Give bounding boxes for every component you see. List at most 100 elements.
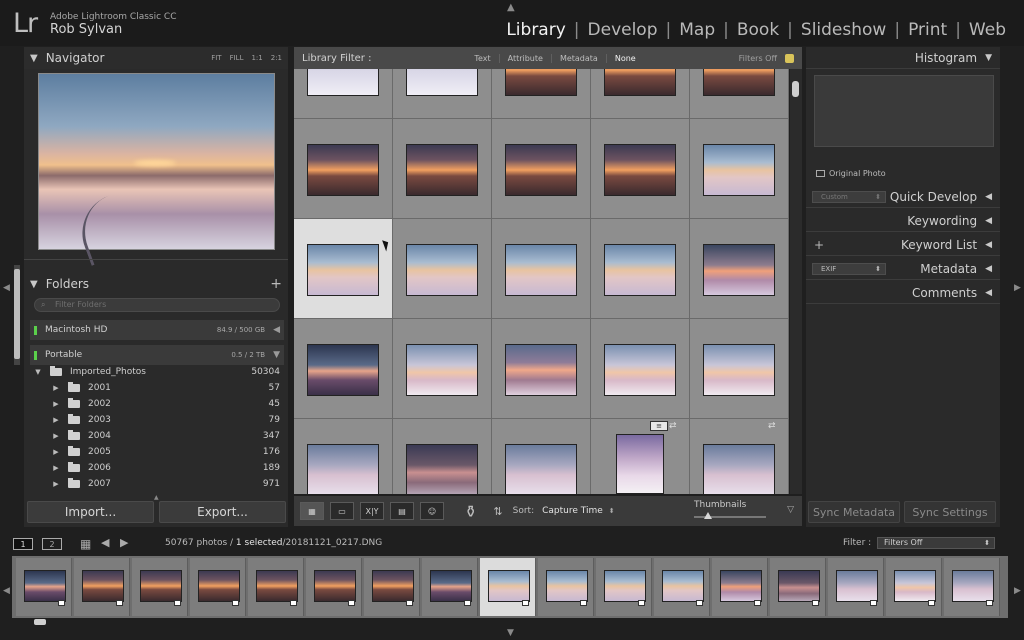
filter-metadata[interactable]: Metadata bbox=[550, 53, 606, 63]
histogram-header[interactable]: Histogram ▼ bbox=[806, 47, 1000, 69]
grid-cell[interactable] bbox=[591, 319, 690, 419]
grid-cell[interactable] bbox=[492, 69, 591, 119]
survey-view-icon[interactable]: ▤ bbox=[390, 502, 414, 520]
filmstrip-cell[interactable] bbox=[596, 558, 652, 616]
folder-row[interactable]: ▼ Imported_Photos 50304 bbox=[30, 364, 284, 380]
zoom-1-1[interactable]: 1:1 bbox=[251, 54, 262, 62]
photo-thumbnail[interactable] bbox=[604, 344, 676, 396]
comments-header[interactable]: Comments ◀ bbox=[806, 282, 1000, 304]
folder-row[interactable]: ▶ 2007 971 bbox=[30, 476, 284, 492]
photo-thumbnail[interactable] bbox=[307, 144, 379, 196]
folder-row[interactable]: ▶ 2003 79 bbox=[30, 412, 284, 428]
grid-cell[interactable] bbox=[492, 419, 591, 494]
add-keyword-icon[interactable]: + bbox=[814, 238, 824, 252]
disclosure-triangle-icon[interactable]: ▶ bbox=[50, 480, 62, 488]
filter-text[interactable]: Text bbox=[466, 54, 498, 63]
filmstrip-cell[interactable] bbox=[654, 558, 710, 616]
collapse-triangle-icon[interactable]: ▼ bbox=[30, 53, 38, 64]
expand-triangle-icon[interactable]: ◀ bbox=[985, 192, 992, 202]
chevron-down-icon[interactable]: ⬍ bbox=[609, 507, 615, 515]
grid-view-icon[interactable]: ▦ bbox=[80, 537, 91, 551]
filmstrip-thumbnail[interactable] bbox=[836, 570, 878, 602]
photo-thumbnail[interactable] bbox=[703, 444, 775, 494]
sync-badge-icon[interactable]: ⇄ bbox=[669, 421, 677, 431]
module-web[interactable]: Web bbox=[961, 20, 1014, 40]
grid-cell[interactable] bbox=[591, 69, 690, 119]
photo-thumbnail[interactable] bbox=[406, 244, 478, 296]
photo-thumbnail[interactable] bbox=[604, 244, 676, 296]
disclosure-triangle-icon[interactable]: ▶ bbox=[50, 400, 62, 408]
grid-cell[interactable] bbox=[690, 119, 789, 219]
grid-cell[interactable] bbox=[492, 319, 591, 419]
filmstrip-thumbnail[interactable] bbox=[256, 570, 298, 602]
sync-metadata-button[interactable]: Sync Metadata bbox=[808, 501, 900, 523]
top-panel-toggle-icon[interactable]: ▲ bbox=[507, 2, 515, 13]
filmstrip-filter-dropdown[interactable]: Filters Off ⬍ bbox=[877, 537, 995, 549]
filmstrip-cell[interactable] bbox=[364, 558, 420, 616]
filmstrip-thumbnail[interactable] bbox=[662, 570, 704, 602]
zoom-2-1[interactable]: 2:1 bbox=[271, 54, 282, 62]
grid-cell[interactable] bbox=[393, 69, 492, 119]
filmstrip-cell[interactable] bbox=[248, 558, 304, 616]
grid-cell[interactable] bbox=[294, 119, 393, 219]
export-button[interactable]: Export... bbox=[159, 501, 286, 523]
filmstrip-thumbnail[interactable] bbox=[720, 570, 762, 602]
compare-view-icon[interactable]: X|Y bbox=[360, 502, 384, 520]
grid-cell[interactable] bbox=[294, 319, 393, 419]
photo-thumbnail[interactable] bbox=[505, 344, 577, 396]
filmstrip-thumbnail[interactable] bbox=[82, 570, 124, 602]
slider-knob[interactable] bbox=[704, 512, 713, 519]
grid-cell[interactable] bbox=[393, 119, 492, 219]
expand-triangle-icon[interactable]: ▼ bbox=[273, 350, 280, 360]
left-panel-toggle-icon[interactable]: ◀ bbox=[3, 283, 10, 293]
photo-thumbnail[interactable] bbox=[505, 444, 577, 494]
filter-none[interactable]: None bbox=[605, 53, 644, 63]
sync-settings-button[interactable]: Sync Settings bbox=[904, 501, 996, 523]
photo-thumbnail[interactable] bbox=[703, 344, 775, 396]
filmstrip-scrollbar[interactable] bbox=[12, 618, 1008, 626]
filmstrip-thumbnail[interactable] bbox=[140, 570, 182, 602]
keywording-header[interactable]: Keywording ◀ bbox=[806, 210, 1000, 232]
grid-cell[interactable] bbox=[690, 319, 789, 419]
filmstrip-cell[interactable] bbox=[480, 558, 536, 616]
filmstrip-thumbnail[interactable] bbox=[894, 570, 936, 602]
disclosure-triangle-icon[interactable]: ▶ bbox=[50, 416, 62, 424]
thumbnail-size-slider[interactable] bbox=[694, 512, 766, 519]
folder-row[interactable]: ▶ 2005 176 bbox=[30, 444, 284, 460]
import-button[interactable]: Import... bbox=[27, 501, 154, 523]
grid-cell[interactable] bbox=[690, 69, 789, 119]
add-folder-icon[interactable]: + bbox=[270, 276, 282, 292]
filmstrip-cell[interactable] bbox=[828, 558, 884, 616]
folder-row[interactable]: ▶ 2006 189 bbox=[30, 460, 284, 476]
grid-scroll-handle[interactable] bbox=[792, 81, 799, 97]
folder-row[interactable]: ▶ 2004 347 bbox=[30, 428, 284, 444]
toolbar-options-chevron-icon[interactable]: ▽ bbox=[787, 505, 794, 515]
painter-spray-can-icon[interactable]: ⚱ bbox=[464, 502, 477, 521]
zoom-fit[interactable]: FIT bbox=[211, 54, 221, 62]
photo-thumbnail[interactable] bbox=[505, 69, 577, 96]
photo-thumbnail[interactable] bbox=[406, 344, 478, 396]
left-panel-scrollbar[interactable] bbox=[14, 265, 20, 365]
module-print[interactable]: Print bbox=[900, 20, 955, 40]
grid-cell[interactable] bbox=[294, 69, 393, 119]
photo-info-path[interactable]: 50767 photos / 1 selected/20181121_0217.… bbox=[165, 538, 382, 548]
filmstrip-cell[interactable] bbox=[422, 558, 478, 616]
folders-header[interactable]: ▼ Folders + bbox=[24, 273, 288, 295]
photo-thumbnail[interactable] bbox=[307, 344, 379, 396]
expand-triangle-icon[interactable]: ◀ bbox=[985, 240, 992, 250]
filmstrip-thumbnail[interactable] bbox=[952, 570, 994, 602]
module-slideshow[interactable]: Slideshow bbox=[793, 20, 894, 40]
photo-thumbnail[interactable] bbox=[703, 144, 775, 196]
loupe-view-icon[interactable]: ▭ bbox=[330, 502, 354, 520]
grid-cell[interactable] bbox=[492, 119, 591, 219]
lock-icon[interactable] bbox=[785, 53, 794, 63]
keyword-list-header[interactable]: + Keyword List ◀ bbox=[806, 234, 1000, 256]
photo-thumbnail[interactable] bbox=[307, 244, 379, 296]
collapse-triangle-icon[interactable]: ▼ bbox=[985, 53, 992, 63]
photo-thumbnail[interactable] bbox=[703, 244, 775, 296]
main-window-button[interactable]: 1 bbox=[13, 538, 33, 550]
filter-attribute[interactable]: Attribute bbox=[498, 53, 551, 63]
filmstrip-thumbnail[interactable] bbox=[604, 570, 646, 602]
filmstrip-cell[interactable] bbox=[886, 558, 942, 616]
right-panel-toggle-icon[interactable]: ▶ bbox=[1014, 283, 1021, 293]
